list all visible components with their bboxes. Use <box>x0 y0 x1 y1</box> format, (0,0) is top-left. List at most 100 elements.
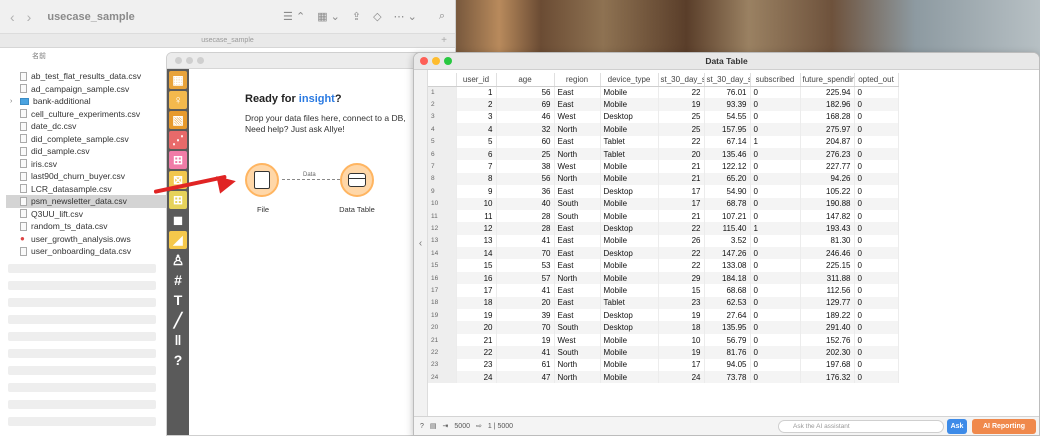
table-row[interactable]: 18 18 20 East Tablet 23 62.53 0 129.77 0 <box>428 296 899 310</box>
table-cell[interactable]: 0 <box>854 197 899 210</box>
table-cell[interactable]: 24 <box>658 370 705 384</box>
file-list-item[interactable]: did_sample.csv <box>6 145 166 158</box>
table-cell[interactable]: 105.22 <box>800 185 855 198</box>
table-cell[interactable]: North <box>554 370 601 384</box>
table-row[interactable]: 23 23 61 North Mobile 17 94.05 0 197.68 0 <box>428 358 899 371</box>
table-cell[interactable]: East <box>554 185 601 198</box>
table-cell[interactable]: Mobile <box>600 234 659 248</box>
row-number[interactable]: 21 <box>428 333 457 347</box>
table-cell[interactable]: 25 <box>658 110 705 124</box>
row-number[interactable]: 7 <box>428 160 457 173</box>
column-header[interactable]: subscribed <box>750 73 801 87</box>
table-cell[interactable]: 0 <box>854 309 899 322</box>
table-cell[interactable]: East <box>554 135 601 148</box>
table-cell[interactable]: 0 <box>854 86 899 99</box>
more-icon[interactable]: ⋯ ⌄ <box>394 10 417 23</box>
ai-assistant-input[interactable]: Ask the AI assistant <box>778 420 944 433</box>
table-cell[interactable]: West <box>554 160 601 173</box>
table-cell[interactable]: 0 <box>750 284 801 297</box>
table-cell[interactable]: 311.88 <box>800 271 855 285</box>
table-cell[interactable]: 18 <box>456 296 497 310</box>
table-cell[interactable]: Mobile <box>600 123 659 136</box>
collapse-panel-handle[interactable]: ‹ <box>414 70 428 416</box>
file-list-item[interactable]: psm_newsletter_data.csv <box>6 195 166 208</box>
ruler-tool-icon[interactable]: ◢ <box>169 231 187 249</box>
table-cell[interactable]: 0 <box>750 296 801 310</box>
table-cell[interactable]: 0 <box>854 296 899 310</box>
row-number[interactable]: 20 <box>428 321 457 334</box>
row-number[interactable]: 17 <box>428 284 457 297</box>
cube-tool-icon[interactable]: ◼ <box>169 211 187 229</box>
table-cell[interactable]: 133.08 <box>704 259 751 272</box>
table-cell[interactable]: 20 <box>658 147 705 161</box>
table-cell[interactable]: 22 <box>658 86 705 99</box>
table-cell[interactable]: 27.64 <box>704 309 751 322</box>
pause-tool-icon[interactable]: ‖ <box>169 331 187 349</box>
row-number[interactable]: 5 <box>428 135 457 148</box>
table-cell[interactable]: 9 <box>456 185 497 198</box>
table-row[interactable]: 12 12 28 East Desktop 22 115.40 1 193.43 0 <box>428 222 899 235</box>
table-row[interactable]: 10 10 40 South Mobile 17 68.78 0 190.88 0 <box>428 197 899 210</box>
table-cell[interactable]: 19 <box>658 346 705 359</box>
table-cell[interactable]: 0 <box>854 284 899 297</box>
table-cell[interactable]: 54.90 <box>704 185 751 198</box>
table-cell[interactable]: 61 <box>496 358 555 371</box>
table-cell[interactable]: 93.39 <box>704 98 751 111</box>
table-cell[interactable]: 135.95 <box>704 321 751 334</box>
row-number[interactable]: 10 <box>428 197 457 210</box>
table-cell[interactable]: 0 <box>854 247 899 260</box>
table-row[interactable]: 9 9 36 East Desktop 17 54.90 0 105.22 0 <box>428 185 899 198</box>
table-cell[interactable]: 107.21 <box>704 209 751 223</box>
pen-tool-icon[interactable]: ╱ <box>169 311 187 329</box>
table-cell[interactable]: South <box>554 197 601 210</box>
row-number[interactable]: 23 <box>428 358 457 371</box>
table-cell[interactable]: 147.82 <box>800 209 855 223</box>
table-cell[interactable]: 291.40 <box>800 321 855 334</box>
table-cell[interactable]: Mobile <box>600 172 659 186</box>
table-cell[interactable]: 14 <box>456 247 497 260</box>
table-cell[interactable]: 38 <box>496 160 555 173</box>
table-row[interactable]: 5 5 60 East Tablet 22 67.14 1 204.87 0 <box>428 135 899 148</box>
table-cell[interactable]: West <box>554 110 601 124</box>
cluster-tool-icon[interactable]: ⊞ <box>169 191 187 209</box>
search-icon[interactable]: ⌕ <box>439 10 445 23</box>
table-cell[interactable]: 6 <box>456 147 497 161</box>
table-cell[interactable]: 12 <box>456 222 497 235</box>
table-cell[interactable]: 21 <box>658 172 705 186</box>
table-row[interactable]: 15 15 53 East Mobile 22 133.08 0 225.15 0 <box>428 259 899 272</box>
table-cell[interactable]: North <box>554 271 601 285</box>
table-cell[interactable]: West <box>554 333 601 347</box>
table-cell[interactable]: 94.26 <box>800 172 855 186</box>
file-list-item[interactable]: LCR_datasample.csv <box>6 183 166 196</box>
table-cell[interactable]: 190.88 <box>800 197 855 210</box>
table-cell[interactable]: 129.77 <box>800 296 855 310</box>
table-cell[interactable]: 115.40 <box>704 222 751 235</box>
row-number[interactable]: 22 <box>428 346 457 359</box>
table-cell[interactable]: 176.32 <box>800 370 855 384</box>
data-link[interactable] <box>282 179 340 180</box>
table-cell[interactable]: 0 <box>854 346 899 359</box>
table-cell[interactable]: 56 <box>496 172 555 186</box>
table-cell[interactable]: 0 <box>750 98 801 111</box>
table-cell[interactable]: 65.20 <box>704 172 751 186</box>
table-cell[interactable]: 21 <box>658 209 705 223</box>
table-cell[interactable]: 193.43 <box>800 222 855 235</box>
table-cell[interactable]: Mobile <box>600 98 659 111</box>
table-cell[interactable]: 135.46 <box>704 147 751 161</box>
back-icon[interactable]: ‹ <box>10 9 15 25</box>
add-tab-icon[interactable]: + <box>441 35 447 46</box>
table-cell[interactable]: Desktop <box>600 110 659 124</box>
column-header[interactable]: age <box>496 73 555 87</box>
file-list-item[interactable]: ad_campaign_sample.csv <box>6 83 166 96</box>
table-cell[interactable]: 67.14 <box>704 135 751 148</box>
file-list-item[interactable]: ab_test_flat_results_data.csv <box>6 70 166 83</box>
table-cell[interactable]: Mobile <box>600 271 659 285</box>
table-cell[interactable]: 17 <box>658 185 705 198</box>
table-cell[interactable]: Desktop <box>600 309 659 322</box>
table-cell[interactable]: 18 <box>658 321 705 334</box>
person-tool-icon[interactable]: ♙ <box>169 251 187 269</box>
table-cell[interactable]: 17 <box>658 197 705 210</box>
table-cell[interactable]: 0 <box>854 110 899 124</box>
table-cell[interactable]: 0 <box>750 370 801 384</box>
table-row[interactable]: 8 8 56 North Mobile 21 65.20 0 94.26 0 <box>428 172 899 186</box>
